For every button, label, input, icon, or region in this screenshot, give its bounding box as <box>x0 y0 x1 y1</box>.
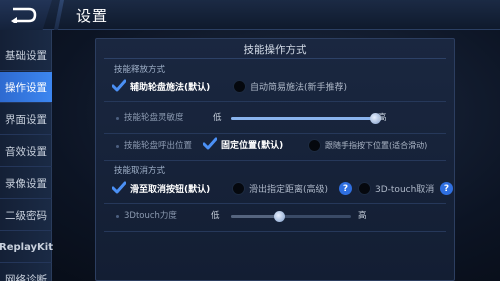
checkmark-icon <box>203 137 217 150</box>
sidebar-item-sound[interactable]: 音效设置 <box>0 136 52 167</box>
radio-off-icon <box>233 80 246 93</box>
divider <box>104 231 446 232</box>
sidebar-item-recording[interactable]: 录像设置 <box>0 168 52 199</box>
bullet-dot <box>116 145 119 148</box>
cancel-option-button[interactable]: 滑至取消按钮(默认) <box>112 181 210 195</box>
divider <box>104 203 446 204</box>
cancel-option-button-label: 滑至取消按钮(默认) <box>130 184 211 195</box>
radio-off-icon <box>358 182 371 195</box>
header-bar: 设置 <box>0 0 500 30</box>
page-title: 设置 <box>76 7 109 25</box>
bullet-dot <box>116 117 119 120</box>
sidebar: 基础设置 操作设置 界面设置 音效设置 录像设置 二级密码 ReplayKit … <box>0 30 53 281</box>
sidebar-item-controls[interactable]: 操作设置 <box>0 72 52 103</box>
release-option-auto-label: 自动简易施法(新手推荐) <box>250 83 348 93</box>
release-option-assist[interactable]: 辅助轮盘施法(默认) <box>112 79 210 93</box>
title-divider <box>104 58 446 59</box>
cancel-option-distance-label: 滑出指定距离(高级) <box>249 185 329 195</box>
bullet-dot <box>116 215 119 218</box>
release-option-assist-label: 辅助轮盘施法(默认) <box>130 82 211 93</box>
settings-panel: 技能操作方式 技能释放方式 辅助轮盘施法(默认) 自动简易施法(新手推荐) 技能… <box>95 38 455 281</box>
header-divider <box>54 0 64 30</box>
touch-strength-label: 3Dtouch力度 <box>124 211 177 221</box>
sidebar-item-replaykit[interactable]: ReplayKit <box>0 232 53 263</box>
divider <box>104 133 446 134</box>
touch-strength-low-label: 低 <box>211 211 220 221</box>
help-icon[interactable]: ? <box>440 182 453 195</box>
sensitivity-label: 技能轮盘灵敏度 <box>124 113 184 123</box>
divider <box>104 160 446 161</box>
cancel-option-distance[interactable]: 滑出指定距离(高级) <box>232 182 328 195</box>
cancel-option-3dtouch-label: 3D-touch取消 <box>375 185 435 195</box>
wheel-position-fixed-label: 固定位置(默认) <box>221 140 284 151</box>
radio-off-icon <box>308 139 321 152</box>
sidebar-item-network[interactable]: 网络诊断 <box>0 264 52 281</box>
panel-title: 技能操作方式 <box>243 44 307 56</box>
release-section-title: 技能释放方式 <box>114 65 166 75</box>
touch-strength-high-label: 高 <box>358 211 367 221</box>
touch-strength-slider-knob[interactable] <box>274 211 285 222</box>
sensitivity-slider[interactable] <box>231 113 383 124</box>
sidebar-item-interface[interactable]: 界面设置 <box>0 104 52 135</box>
back-button[interactable] <box>0 0 52 30</box>
cancel-option-3dtouch[interactable]: 3D-touch取消 <box>358 182 434 195</box>
checkmark-icon <box>112 181 126 194</box>
back-arrow-icon <box>11 7 37 23</box>
release-option-auto[interactable]: 自动简易施法(新手推荐) <box>233 80 347 93</box>
sensitivity-low-label: 低 <box>213 113 222 123</box>
sensitivity-high-label: 高 <box>378 113 387 123</box>
radio-off-icon <box>232 182 245 195</box>
sidebar-item-basic[interactable]: 基础设置 <box>0 40 52 71</box>
sidebar-item-password[interactable]: 二级密码 <box>0 200 52 231</box>
cancel-section-title: 技能取消方式 <box>114 166 166 176</box>
checkmark-icon <box>112 79 126 92</box>
sensitivity-slider-fill <box>231 117 376 120</box>
help-icon[interactable]: ? <box>339 182 352 195</box>
wheel-position-follow-label: 跟随手指按下位置(适合滑动) <box>325 141 428 150</box>
divider <box>104 101 446 102</box>
touch-strength-slider-fill <box>231 215 279 218</box>
wheel-position-label: 技能轮盘呼出位置 <box>124 141 193 151</box>
wheel-position-follow[interactable]: 跟随手指按下位置(适合滑动) <box>308 139 427 152</box>
touch-strength-slider[interactable] <box>231 211 351 222</box>
wheel-position-fixed[interactable]: 固定位置(默认) <box>203 137 283 151</box>
